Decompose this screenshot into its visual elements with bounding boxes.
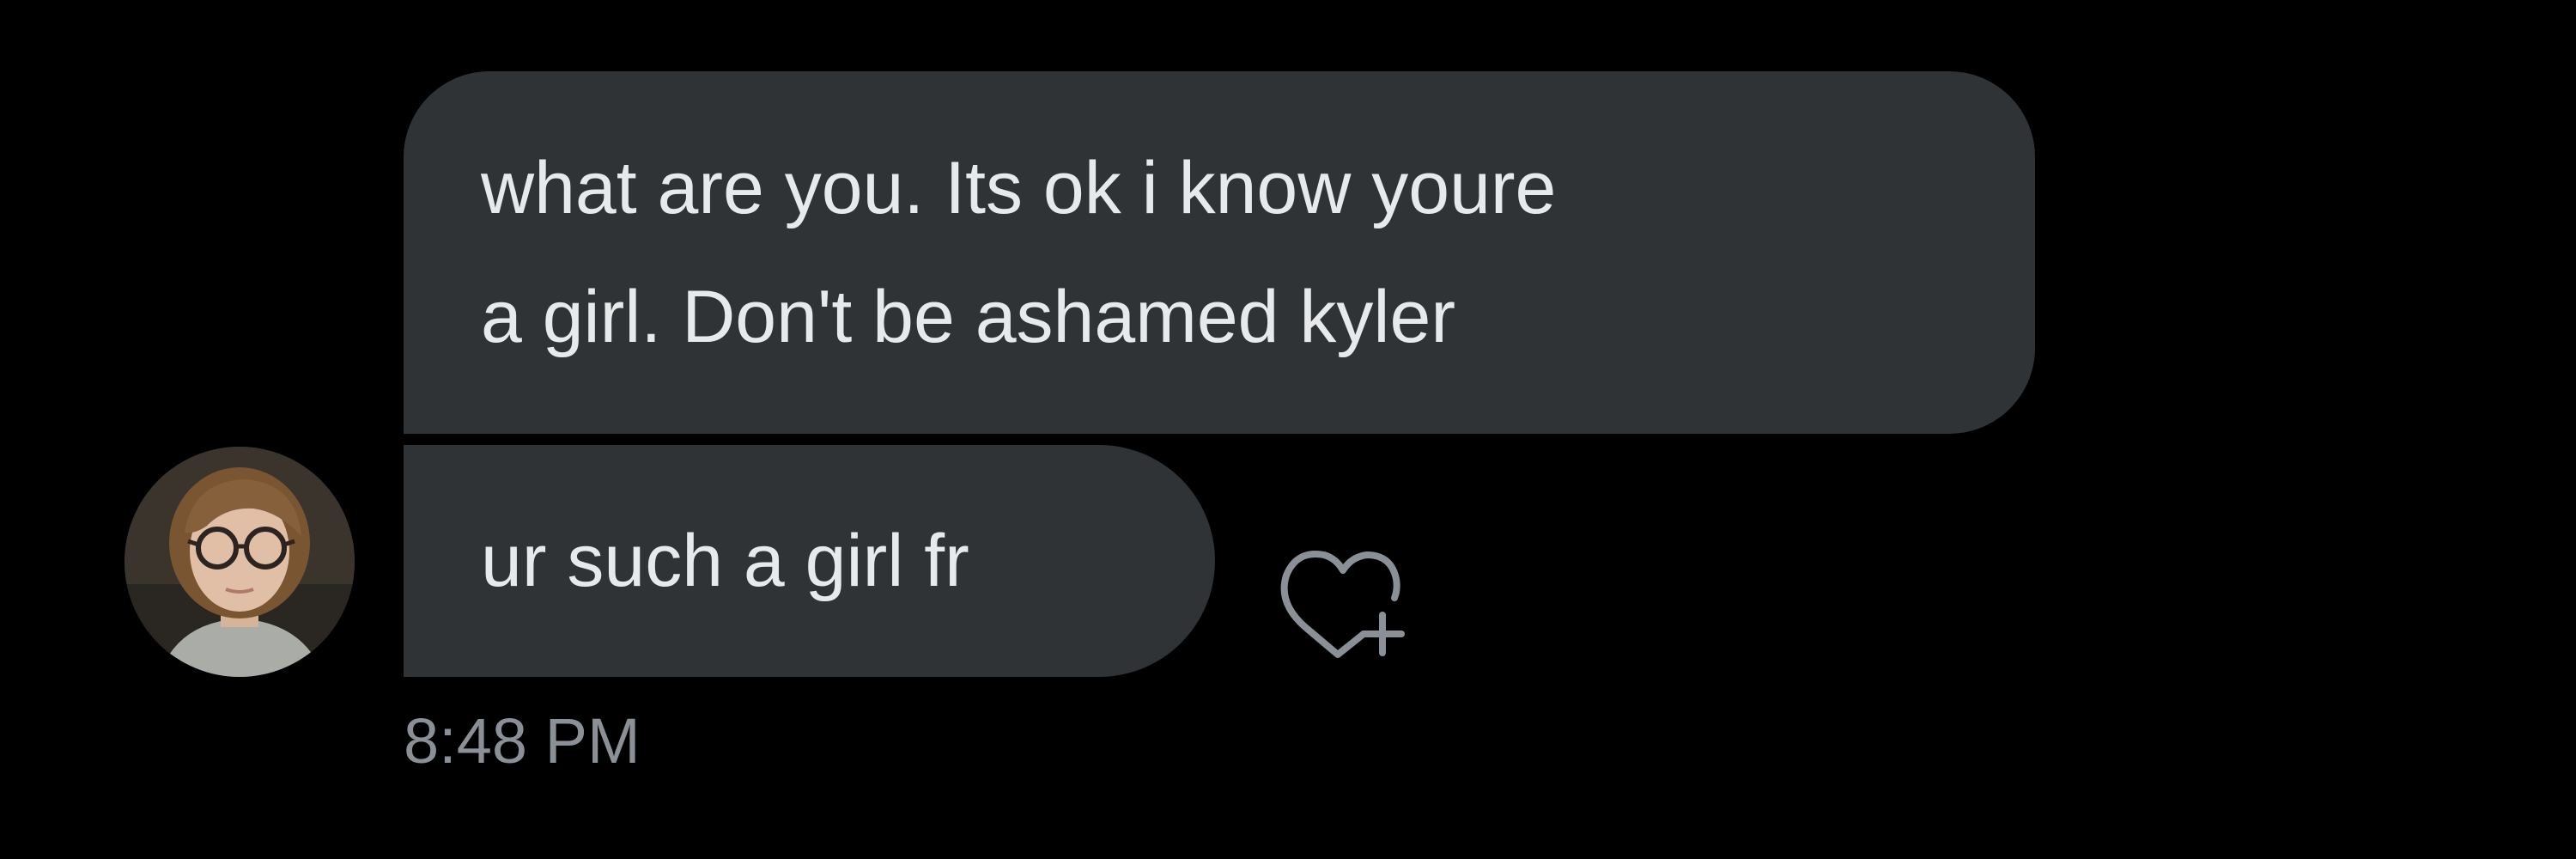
- message-text-line: what are you. Its ok i know youre: [481, 147, 1557, 229]
- message-text-line: a girl. Don't be ashamed kyler: [481, 276, 1455, 358]
- sender-avatar[interactable]: [125, 447, 355, 677]
- message-text: ur such a girl fr: [481, 520, 969, 602]
- message-bubble[interactable]: ur such a girl fr: [404, 445, 1215, 677]
- avatar-photo: [125, 447, 355, 677]
- dm-thread: what are you. Its ok i know youre a girl…: [0, 0, 2576, 859]
- message-timestamp: 8:48 PM: [404, 705, 641, 777]
- message-bubble[interactable]: what are you. Its ok i know youre a girl…: [404, 71, 2035, 434]
- heart-plus-icon[interactable]: [1262, 533, 1417, 670]
